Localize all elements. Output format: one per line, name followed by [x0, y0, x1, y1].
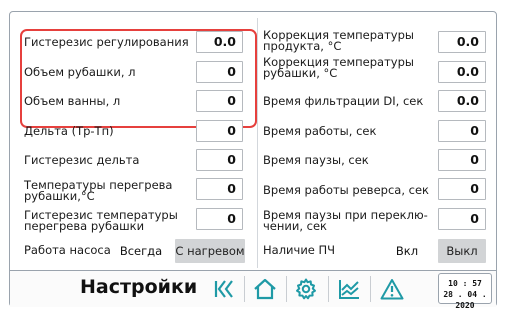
- vfd-off-option[interactable]: Выкл: [438, 239, 486, 263]
- vfd-on-option[interactable]: Вкл: [390, 239, 424, 263]
- label-product-temp-correction: Коррекция температуры продукта, °С: [263, 28, 414, 53]
- clock-time: 10 : 57: [448, 279, 482, 288]
- label-vfd-presence: Наличие ПЧ: [263, 243, 336, 257]
- input-bath-volume[interactable]: 0: [196, 90, 243, 112]
- input-reverse-time[interactable]: 0: [438, 178, 486, 200]
- label-reverse-time: Время работы реверса, сек: [263, 183, 429, 197]
- back-to-start-icon: [214, 280, 233, 298]
- input-hysteresis-regulation[interactable]: 0.0: [196, 31, 243, 53]
- label-jacket-temp-correction: Коррекция температуры рубашки, °С: [263, 55, 414, 80]
- nav-separator: [328, 276, 329, 302]
- input-pause-time[interactable]: 0: [438, 149, 486, 171]
- column-divider: [257, 18, 258, 268]
- input-delta[interactable]: 0: [196, 120, 243, 142]
- label-pump-mode: Работа насоса: [24, 243, 111, 257]
- input-product-temp-correction[interactable]: 0.0: [438, 31, 486, 53]
- input-delta-hysteresis[interactable]: 0: [196, 149, 243, 171]
- label-di-filter-time: Время фильтрации DI, сек: [263, 94, 424, 108]
- footer-bar: Настройки 10: 57 28 . 04 . 2020: [10, 270, 496, 310]
- page-title: Настройки: [80, 276, 198, 298]
- input-overheat-temp[interactable]: 0: [196, 178, 243, 200]
- warning-icon: [380, 279, 404, 300]
- label-delta: Дельта (Tр-Tп): [24, 124, 114, 138]
- label-jacket-volume: Объем рубашки, л: [24, 65, 136, 79]
- nav-separator: [286, 276, 287, 302]
- home-button[interactable]: [247, 275, 283, 303]
- label-work-time: Время работы, сек: [263, 124, 377, 138]
- clock-date: 28 . 04 . 2020: [443, 290, 487, 310]
- pump-with-heating-option[interactable]: С нагревом: [175, 239, 245, 263]
- settings-screen: Гистерезис регулирования 0.0 Объем рубаш…: [9, 11, 497, 310]
- input-jacket-temp-correction[interactable]: 0.0: [438, 61, 486, 83]
- input-switch-pause-time[interactable]: 0: [438, 208, 486, 230]
- date-time-display: 10 : 57 28 . 04 . 2020: [438, 273, 492, 310]
- alarms-button[interactable]: [374, 275, 410, 303]
- trends-button[interactable]: [331, 275, 367, 303]
- label-pause-time: Время паузы, сек: [263, 153, 369, 167]
- input-di-filter-time[interactable]: 0.0: [438, 90, 486, 112]
- home-icon: [254, 278, 276, 300]
- label-switch-pause-time: Время паузы при переклю- чении, сек: [263, 208, 428, 233]
- pump-always-option[interactable]: Всегда: [114, 239, 168, 263]
- nav-separator: [370, 276, 371, 302]
- trend-chart-icon: [339, 280, 359, 299]
- label-delta-hysteresis: Гистерезис дельта: [24, 153, 140, 167]
- input-jacket-volume[interactable]: 0: [196, 61, 243, 83]
- gear-icon: [296, 278, 316, 300]
- back-to-start-button[interactable]: [206, 275, 242, 303]
- label-hysteresis-regulation: Гистерезис регулирования: [24, 35, 189, 49]
- input-overheat-hysteresis[interactable]: 0: [196, 208, 243, 230]
- nav-separator: [244, 276, 245, 302]
- label-overheat-hysteresis: Гистерезис температуры перегрева рубашки: [24, 208, 178, 233]
- label-overheat-temp: Температуры перегрева рубашки,°С: [24, 178, 173, 203]
- settings-button[interactable]: [288, 275, 324, 303]
- label-bath-volume: Объем ванны, л: [24, 94, 121, 108]
- input-work-time[interactable]: 0: [438, 120, 486, 142]
